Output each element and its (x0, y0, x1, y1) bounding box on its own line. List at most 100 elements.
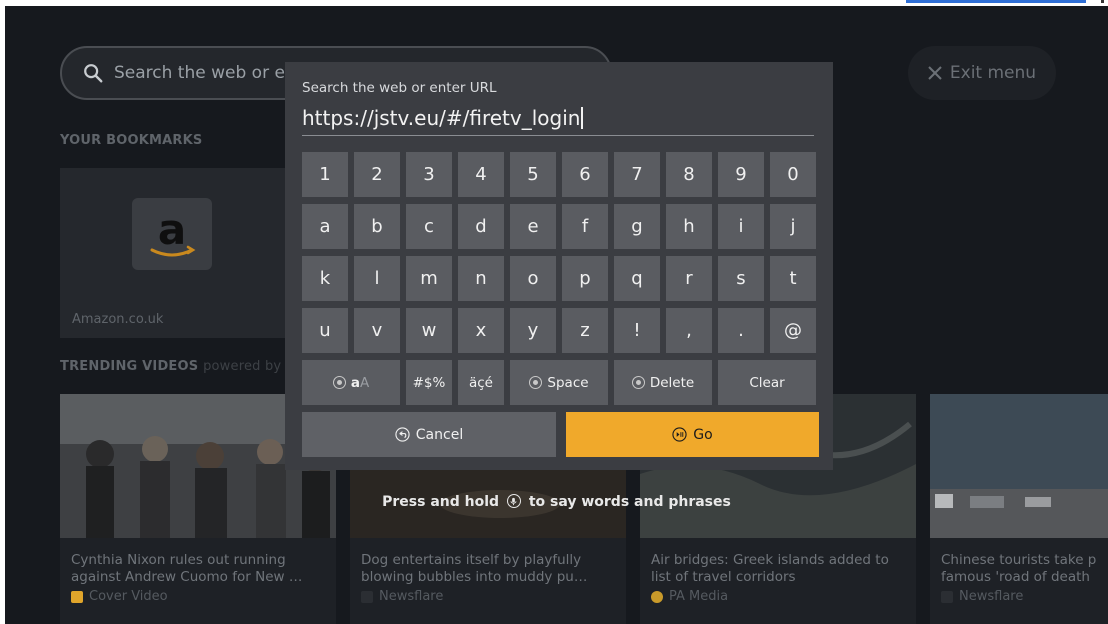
space-key[interactable]: Space (510, 360, 608, 405)
key-n[interactable]: n (458, 256, 504, 301)
key-a[interactable]: a (302, 204, 348, 249)
video-title: Air bridges: Greek islands added to list… (651, 552, 889, 585)
url-input[interactable]: https://jstv.eu/#/firetv_login (302, 106, 814, 136)
key-1[interactable]: 1 (302, 152, 348, 197)
key-x[interactable]: x (458, 308, 504, 353)
key-b[interactable]: b (354, 204, 400, 249)
case-key-main: a (350, 374, 360, 391)
key-y[interactable]: y (510, 308, 556, 353)
symbols-key-label: #$% (412, 374, 446, 391)
key-o[interactable]: o (510, 256, 556, 301)
pa-media-logo-icon (651, 590, 663, 603)
video-source-name: Newsflare (959, 589, 1024, 604)
key-z[interactable]: z (562, 308, 608, 353)
amazon-logo: a (132, 198, 212, 270)
bookmarks-heading-text: YOUR BOOKMARKS (60, 133, 203, 148)
voice-hint-before: Press and hold (382, 494, 500, 510)
amazon-logo-letter: a (158, 205, 186, 254)
firetv-browser-screen: Search the web or en Exit menu YOUR BOOK… (5, 6, 1108, 624)
exit-menu-label: Exit menu (949, 63, 1037, 83)
space-key-label: Space (547, 374, 589, 391)
newsflare-logo-icon (941, 590, 953, 603)
trending-heading-text: TRENDING VIDEOS (60, 359, 199, 374)
key-w[interactable]: w (406, 308, 452, 353)
amazon-logo-mark: a (150, 205, 196, 257)
key-v[interactable]: v (354, 308, 400, 353)
fast-forward-button-icon (529, 376, 543, 389)
bookmark-card-amazon[interactable]: a Amazon.co.uk (60, 168, 288, 338)
text-caret (581, 107, 583, 129)
key-k[interactable]: k (302, 256, 348, 301)
key-c[interactable]: c (406, 204, 452, 249)
search-icon (84, 64, 103, 83)
accents-key[interactable]: äçé (458, 360, 504, 405)
key-p[interactable]: p (562, 256, 608, 301)
video-source: PA Media (651, 589, 728, 604)
cover-video-logo-icon (71, 590, 83, 603)
key-4[interactable]: 4 (458, 152, 504, 197)
video-title: Cynthia Nixon rules out running against … (71, 552, 303, 585)
key-q[interactable]: q (614, 256, 660, 301)
key-6[interactable]: 6 (562, 152, 608, 197)
background-search-placeholder: Search the web or en (114, 63, 296, 83)
key-l[interactable]: l (354, 256, 400, 301)
key-j[interactable]: j (770, 204, 816, 249)
key-e[interactable]: e (510, 204, 556, 249)
key-s[interactable]: s (718, 256, 764, 301)
video-source-name: Cover Video (89, 589, 168, 604)
key-u[interactable]: u (302, 308, 348, 353)
key-.[interactable]: . (718, 308, 764, 353)
key-f[interactable]: f (562, 204, 608, 249)
voice-hint-after: to say words and phrases (528, 494, 731, 510)
trending-heading-sub: powered by (203, 359, 282, 374)
keyboard-dialog: Search the web or enter URL https://jstv… (285, 62, 833, 470)
key-![interactable]: ! (614, 308, 660, 353)
video-source: Newsflare (941, 589, 1023, 604)
key-r[interactable]: r (666, 256, 712, 301)
exit-menu-button[interactable]: Exit menu (908, 46, 1056, 100)
key-7[interactable]: 7 (614, 152, 660, 197)
clear-key-label: Clear (749, 374, 785, 391)
voice-hint: Press and hold to say words and phrases (5, 494, 1108, 510)
video-title: Chinese tourists take p famous 'road of … (941, 552, 1097, 585)
video-source: Newsflare (361, 589, 443, 604)
keyboard-label: Search the web or enter URL (302, 80, 497, 96)
newsflare-logo-icon (361, 590, 373, 603)
key-2[interactable]: 2 (354, 152, 400, 197)
menu-button-icon (332, 376, 346, 389)
delete-key[interactable]: Delete (614, 360, 712, 405)
video-thumbnail (930, 394, 1108, 538)
cancel-button-label: Cancel (415, 426, 464, 443)
key-@[interactable]: @ (770, 308, 816, 353)
rewind-button-icon (631, 376, 645, 389)
clear-key[interactable]: Clear (718, 360, 816, 405)
key-d[interactable]: d (458, 204, 504, 249)
key-9[interactable]: 9 (718, 152, 764, 197)
play-pause-icon (672, 427, 687, 442)
cancel-button[interactable]: Cancel (302, 412, 556, 457)
key-t[interactable]: t (770, 256, 816, 301)
back-arrow-icon (395, 427, 410, 442)
key-h[interactable]: h (666, 204, 712, 249)
go-button-label: Go (693, 426, 713, 443)
case-toggle-key[interactable]: aA (302, 360, 400, 405)
video-source-name: PA Media (669, 589, 729, 604)
accents-key-label: äçé (468, 374, 493, 391)
key-i[interactable]: i (718, 204, 764, 249)
key-0[interactable]: 0 (770, 152, 816, 197)
key-5[interactable]: 5 (510, 152, 556, 197)
key-g[interactable]: g (614, 204, 660, 249)
go-button[interactable]: Go (566, 412, 819, 457)
key-m[interactable]: m (406, 256, 452, 301)
key-8[interactable]: 8 (666, 152, 712, 197)
video-source: Cover Video (71, 589, 168, 604)
case-key-sub: A (359, 374, 370, 391)
delete-key-label: Delete (649, 374, 695, 391)
cropped-mark (1101, 0, 1104, 3)
trending-heading: TRENDING VIDEOS powered by (60, 359, 281, 374)
symbols-key[interactable]: #$% (406, 360, 452, 405)
key-,[interactable]: , (666, 308, 712, 353)
key-3[interactable]: 3 (406, 152, 452, 197)
url-input-value: https://jstv.eu/#/firetv_login (302, 106, 581, 130)
cropped-link-highlight (906, 0, 1086, 3)
